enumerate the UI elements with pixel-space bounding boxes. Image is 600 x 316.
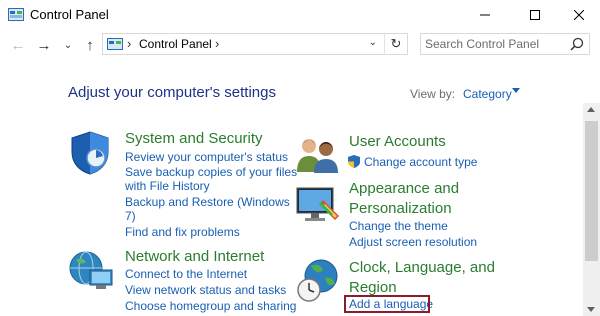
breadcrumb-chevron-icon[interactable]: ›	[127, 36, 131, 51]
maximize-button[interactable]	[512, 0, 558, 30]
connect-to-internet-link[interactable]: Connect to the Internet	[125, 267, 247, 282]
close-icon	[574, 10, 584, 20]
address-bar[interactable]: › Control Panel › ⌄ ↻	[102, 33, 408, 55]
breadcrumb-control-panel[interactable]: Control Panel	[139, 37, 212, 51]
arrow-right-icon: →	[36, 36, 52, 54]
review-computer-status-link[interactable]: Review your computer's status	[125, 150, 288, 165]
change-account-type-link[interactable]: Change account type	[364, 155, 477, 170]
up-button[interactable]: ↑	[80, 34, 100, 56]
view-by-label: View by:	[410, 87, 456, 101]
chevron-down-icon[interactable]	[512, 88, 520, 93]
clock-language-region-icon[interactable]	[295, 258, 343, 304]
scroll-thumb[interactable]	[585, 121, 598, 261]
view-by-dropdown[interactable]: Category	[463, 87, 512, 101]
vertical-scrollbar[interactable]	[583, 103, 600, 316]
close-button[interactable]	[556, 0, 600, 30]
search-icon[interactable]	[570, 37, 584, 51]
breadcrumb-chevron-icon[interactable]: ›	[215, 36, 219, 51]
network-globe-icon[interactable]	[68, 250, 116, 292]
page-heading: Adjust your computer's settings	[68, 84, 276, 101]
search-input[interactable]	[425, 36, 565, 52]
refresh-icon: ↻	[390, 36, 402, 51]
back-button[interactable]: ←	[8, 34, 28, 56]
arrow-up-icon: ↑	[86, 36, 94, 54]
scroll-down-arrow-icon[interactable]	[587, 307, 595, 312]
minimize-button[interactable]	[462, 0, 508, 30]
save-backup-copies-link-line2[interactable]: with File History	[125, 179, 210, 194]
find-and-fix-problems-link[interactable]: Find and fix problems	[125, 225, 240, 240]
user-accounts-title[interactable]: User Accounts	[349, 132, 446, 152]
network-and-internet-title[interactable]: Network and Internet	[125, 247, 264, 267]
backup-and-restore-link[interactable]: Backup and Restore (Windows	[125, 195, 290, 210]
title-bar: Control Panel	[0, 0, 600, 30]
address-dropdown-icon[interactable]: ⌄	[369, 37, 377, 48]
clock-language-region-title[interactable]: Clock, Language, and	[349, 258, 495, 278]
appearance-personalization-title[interactable]: Appearance and	[349, 179, 459, 199]
appearance-personalization-icon[interactable]	[295, 186, 341, 224]
uac-shield-icon	[348, 155, 360, 168]
appearance-personalization-title-line2[interactable]: Personalization	[349, 199, 452, 219]
forward-button[interactable]: →	[34, 34, 54, 56]
arrow-left-icon: ←	[10, 36, 26, 54]
save-backup-copies-link[interactable]: Save backup copies of your files	[125, 165, 297, 180]
maximize-icon	[530, 10, 540, 20]
adjust-screen-resolution-link[interactable]: Adjust screen resolution	[349, 235, 477, 250]
highlight-box	[344, 295, 430, 313]
user-accounts-icon[interactable]	[295, 136, 341, 174]
scroll-up-arrow-icon[interactable]	[587, 107, 595, 112]
change-theme-link[interactable]: Change the theme	[349, 219, 448, 234]
chevron-down-icon: ⌄	[63, 39, 73, 51]
control-panel-icon	[107, 38, 123, 50]
minimize-icon	[480, 14, 490, 16]
security-shield-icon[interactable]	[68, 130, 112, 176]
control-panel-icon	[8, 8, 24, 21]
view-network-status-link[interactable]: View network status and tasks	[125, 283, 286, 298]
system-and-security-title[interactable]: System and Security	[125, 129, 263, 149]
choose-homegroup-link[interactable]: Choose homegroup and sharing	[125, 299, 296, 314]
window-title: Control Panel	[30, 7, 109, 22]
recent-locations-button[interactable]: ⌄	[58, 34, 78, 56]
backup-and-restore-link-line2[interactable]: 7)	[125, 209, 136, 224]
refresh-button[interactable]: ↻	[384, 34, 407, 54]
search-box[interactable]	[420, 33, 590, 55]
